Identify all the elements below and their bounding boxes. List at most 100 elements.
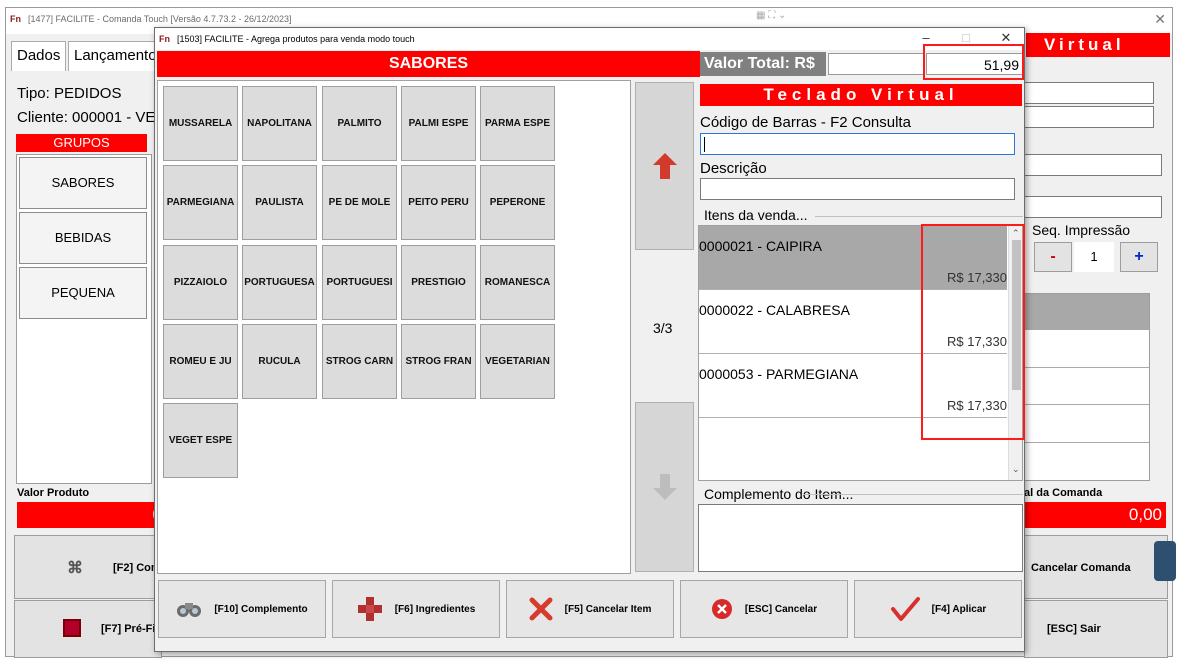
back-table (1024, 293, 1150, 481)
page-indicator: 3/3 (653, 320, 673, 336)
product-button[interactable]: STROG CARN (322, 324, 397, 399)
product-button[interactable]: STROG FRAN (401, 324, 476, 399)
group-bebidas-button[interactable]: BEBIDAS (19, 212, 147, 264)
seq-plus-button[interactable]: + (1120, 242, 1158, 272)
valor-total-blank-field (828, 53, 924, 75)
f5-cancelar-item-button[interactable]: [F5] Cancelar Item (506, 580, 674, 638)
back-field-3[interactable] (1024, 154, 1162, 176)
product-button[interactable]: PORTUGUESA (242, 245, 317, 320)
up-arrow-icon (652, 153, 677, 179)
scroll-up-button[interactable] (635, 82, 694, 250)
cancelar-comanda-label: Cancelar Comanda (1031, 562, 1131, 574)
cliente-label: Cliente: 000001 - VE (17, 109, 156, 126)
product-button[interactable]: PALMI ESPE (401, 86, 476, 161)
tab-dados[interactable]: Dados (11, 41, 67, 71)
product-button[interactable]: PE DE MOLE (322, 165, 397, 240)
products-grid: MUSSARELA NAPOLITANA PALMITO PALMI ESPE … (157, 80, 631, 574)
back-field-4[interactable] (1024, 196, 1162, 218)
divider (803, 494, 1023, 495)
chevron-down-icon[interactable]: ⌄ (1012, 464, 1020, 475)
grupos-header: GRUPOS (16, 134, 147, 152)
codigo-barras-label: Código de Barras - F2 Consulta (700, 114, 911, 131)
valor-produto-label: Valor Produto (17, 487, 90, 499)
product-button[interactable]: ROMANESCA (480, 245, 555, 320)
valor-produto-value: 0 (17, 502, 162, 528)
product-button[interactable]: NAPOLITANA (242, 86, 317, 161)
button-label: [F10] Complemento (214, 603, 308, 615)
back-field-1[interactable] (1024, 82, 1154, 104)
product-button[interactable]: PIZZAIOLO (163, 245, 238, 320)
f10-complemento-button[interactable]: [F10] Complemento (158, 580, 326, 638)
binoculars-icon (177, 603, 202, 617)
descricao-label: Descrição (700, 160, 767, 177)
divider (815, 216, 1023, 217)
save-icon (63, 619, 81, 637)
f2-button-label: [F2] Con (113, 562, 158, 574)
descricao-input[interactable] (700, 178, 1015, 200)
button-label: [F6] Ingredientes (394, 603, 476, 615)
product-button[interactable]: VEGETARIAN (480, 324, 555, 399)
sidebar-widget-icon[interactable] (1154, 541, 1176, 581)
f7-button-label: [F7] Pré-Fi (101, 623, 156, 635)
divider (1025, 442, 1149, 443)
codigo-barras-input[interactable] (700, 133, 1015, 155)
product-button[interactable]: PAULISTA (242, 165, 317, 240)
product-button[interactable]: VEGET ESPE (163, 403, 238, 478)
f7-pre-fechamento-button[interactable]: [F7] Pré-Fi (14, 600, 162, 658)
back-field-2[interactable] (1024, 106, 1154, 128)
product-button[interactable]: PARMA ESPE (480, 86, 555, 161)
window-layout-icon[interactable]: ▦ ⛶ ⌄ (756, 10, 786, 21)
plus-icon (357, 597, 382, 621)
item-name: 0000022 - CALABRESA (699, 302, 850, 318)
f4-aplicar-button[interactable]: [F4] Aplicar (854, 580, 1022, 638)
esc-sair-button[interactable]: [ESC] Sair (1024, 600, 1168, 658)
product-button[interactable]: PARMEGIANA (163, 165, 238, 240)
product-button[interactable]: PEITO PERU (401, 165, 476, 240)
teclado-virtual-header: Teclado Virtual (700, 84, 1022, 106)
app-logo-icon: Fn (159, 34, 170, 44)
seq-minus-button[interactable]: - (1034, 242, 1072, 272)
seq-value: 1 (1074, 242, 1114, 272)
product-button[interactable]: PALMITO (322, 86, 397, 161)
product-button[interactable]: PORTUGUESI (322, 245, 397, 320)
divider (1025, 404, 1149, 405)
back-teclado-virtual-header: Virtual (1026, 33, 1170, 57)
back-table-header (1025, 294, 1149, 330)
cancel-circle-icon (711, 599, 732, 619)
product-button[interactable]: RUCULA (242, 324, 317, 399)
cancelar-comanda-button[interactable]: Cancelar Comanda (1024, 535, 1168, 599)
tipo-label: Tipo: PEDIDOS (17, 85, 122, 102)
annotation-highlight-total (923, 44, 1024, 80)
valor-total-label: Valor Total: R$ (700, 52, 826, 76)
divider (1025, 367, 1149, 368)
scroll-down-button[interactable] (635, 402, 694, 572)
minimize-button[interactable]: – (911, 30, 941, 45)
item-name: 0000021 - CAIPIRA (699, 238, 822, 254)
app-logo-icon: Fn (10, 14, 21, 24)
dialog-title: [1503] FACILITE - Agrega produtos para v… (177, 34, 415, 44)
f2-consulta-button[interactable]: ⌘ [F2] Con (14, 535, 162, 599)
f6-ingredientes-button[interactable]: [F6] Ingredientes (332, 580, 500, 638)
button-label: [ESC] Cancelar (744, 603, 818, 615)
group-sabores-button[interactable]: SABORES (19, 157, 147, 209)
complemento-textarea[interactable] (698, 504, 1023, 572)
total-comanda-label: al da Comanda (1024, 487, 1103, 499)
seq-impressao-label: Seq. Impressão (1032, 222, 1131, 238)
category-header: SABORES (157, 51, 700, 77)
back-window-close-button[interactable]: ✕ (1154, 11, 1166, 28)
esc-cancelar-button[interactable]: [ESC] Cancelar (680, 580, 848, 638)
product-button[interactable]: PRESTIGIO (401, 245, 476, 320)
dialog-titlebar: Fn [1503] FACILITE - Agrega produtos par… (155, 28, 1024, 50)
product-button[interactable]: MUSSARELA (163, 86, 238, 161)
annotation-highlight-prices (921, 224, 1025, 440)
group-pequena-button[interactable]: PEQUENA (19, 267, 147, 319)
item-name: 0000053 - PARMEGIANA (699, 366, 859, 382)
maximize-button[interactable]: □ (951, 30, 981, 45)
tab-lancamento[interactable]: Lançamento (68, 41, 158, 71)
agrega-produtos-dialog: Fn [1503] FACILITE - Agrega produtos par… (154, 27, 1025, 652)
binoculars-icon: ⌘ (67, 560, 83, 577)
product-button[interactable]: PEPERONE (480, 165, 555, 240)
product-button[interactable]: ROMEU E JU (163, 324, 238, 399)
button-label: [F5] Cancelar Item (564, 603, 652, 615)
x-mark-icon (529, 597, 553, 621)
